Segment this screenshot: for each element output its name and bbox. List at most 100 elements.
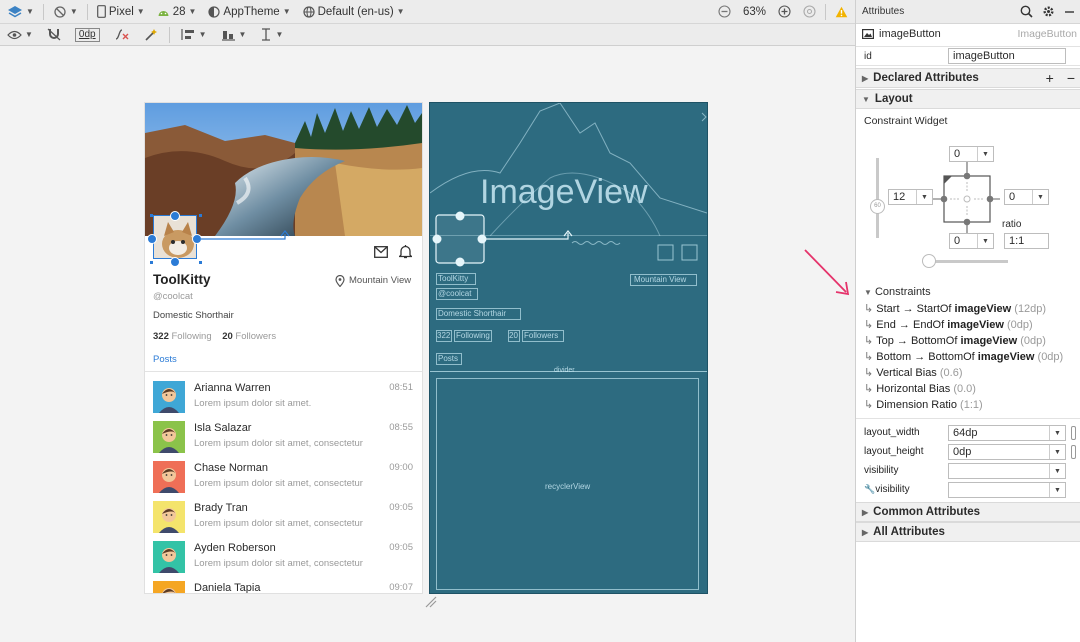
view-options-button[interactable]: ▼	[4, 26, 36, 44]
zoom-fit-button[interactable]	[800, 3, 819, 21]
zoom-in-button[interactable]	[775, 3, 794, 21]
constraint-item[interactable]: ↳ Vertical Bias (0.6)	[864, 366, 963, 379]
constraint-attr: End	[876, 319, 896, 331]
contact-time: 09:05	[389, 502, 413, 513]
constraint-side: BottomOf	[910, 335, 958, 347]
dropdown-arrow-icon: ▼	[977, 234, 993, 248]
gear-icon[interactable]	[1042, 5, 1055, 18]
left-margin-dropdown[interactable]: 12 ▼	[888, 189, 933, 205]
attribute-dropdown[interactable]: 0dp ▼	[948, 444, 1066, 460]
list-item[interactable]: Isla Salazar 08:55 Lorem ipsum dolor sit a…	[145, 417, 422, 457]
align-button[interactable]: ▼	[218, 26, 250, 44]
attribute-label-text: layout_height	[864, 446, 924, 457]
widget-type: ImageButton	[1017, 28, 1077, 40]
resize-handle-icon[interactable]	[424, 596, 438, 608]
constraint-side: BottomOf	[928, 351, 975, 363]
theme-selector[interactable]: AppTheme ▼	[205, 3, 293, 21]
list-item[interactable]: Daniela Tapia 09:07	[145, 577, 422, 593]
vertical-bias-slider[interactable]	[876, 158, 879, 238]
theme-icon	[208, 5, 221, 18]
widget-header: imageButton ImageButton	[856, 24, 1080, 44]
attribute-value: 0dp	[953, 446, 972, 458]
dimension-toggle[interactable]	[1071, 445, 1076, 459]
clear-constraints-button[interactable]	[111, 26, 133, 44]
warning-icon	[835, 6, 848, 17]
guidelines-button[interactable]: ▼	[257, 26, 286, 44]
autoconnect-button[interactable]	[44, 26, 64, 44]
zoom-out-button[interactable]	[715, 3, 734, 21]
default-margin-button[interactable]: 0dp	[72, 26, 103, 44]
selection-handles[interactable]	[145, 209, 305, 269]
infer-constraints-button[interactable]	[141, 26, 161, 44]
design-canvas[interactable]	[0, 46, 855, 642]
attribute-dropdown[interactable]: ▼	[948, 463, 1066, 479]
pack-button[interactable]: ▼	[178, 26, 210, 44]
blueprint-surface[interactable]: ImageView ToolKitty @coolcat Mountain Vi…	[430, 103, 707, 593]
common-attributes-header[interactable]: ▶ Common Attributes	[856, 502, 1080, 522]
design-surface[interactable]: ToolKitty Mountain View @coolcat Domesti…	[145, 103, 422, 593]
constraint-item[interactable]: ↳ Top → BottomOf imageView (0dp)	[864, 334, 1046, 347]
remove-attribute-icon[interactable]: −	[1067, 70, 1075, 86]
add-attribute-icon[interactable]: +	[1046, 70, 1054, 86]
ratio-input[interactable]: 1:1	[1004, 233, 1049, 249]
magnet-icon	[47, 28, 61, 41]
constraint-value: (0dp)	[1020, 335, 1046, 347]
mail-icon[interactable]	[374, 246, 388, 258]
bottom-margin-dropdown[interactable]: 0 ▼	[949, 233, 994, 249]
id-row: id imageButton	[856, 46, 1080, 66]
declared-attributes-header[interactable]: ▶ Declared Attributes + −	[856, 68, 1080, 88]
contact-snippet: Lorem ipsum dolor sit amet, consectetur	[194, 518, 363, 529]
top-margin-dropdown[interactable]: 0 ▼	[949, 146, 994, 162]
attribute-dropdown[interactable]: 64dp ▼	[948, 425, 1066, 441]
posts-divider	[145, 371, 422, 372]
layout-header[interactable]: ▼ Layout	[856, 89, 1080, 109]
api-level-label: 28	[172, 5, 186, 18]
orientation-button[interactable]: ▼	[50, 3, 81, 21]
magic-wand-icon	[145, 29, 157, 41]
phone-icon	[96, 5, 106, 18]
expanded-triangle-icon: ▼	[864, 288, 872, 297]
constraint-icon: ↳	[864, 383, 874, 395]
theme-label: AppTheme	[223, 5, 280, 18]
attribute-label-text: visibility	[864, 465, 899, 476]
horizontal-bias-thumb[interactable]	[922, 254, 936, 268]
search-icon[interactable]	[1020, 5, 1033, 18]
id-input[interactable]: imageButton	[948, 48, 1066, 64]
contact-list[interactable]: Arianna Warren 08:51 Lorem ipsum dolor sit…	[145, 373, 422, 593]
horizontal-bias-slider[interactable]	[928, 260, 1008, 263]
all-attributes-header[interactable]: ▶ All Attributes	[856, 522, 1080, 542]
vertical-bias-thumb[interactable]: 60	[870, 199, 885, 214]
blueprint-selection[interactable]	[430, 209, 707, 269]
dimension-toggle[interactable]	[1071, 426, 1076, 440]
list-item[interactable]: Arianna Warren 08:51 Lorem ipsum dolor sit…	[145, 377, 422, 417]
attribute-label: 🔧visibility	[864, 484, 910, 495]
blueprint-name-label: ToolKitty	[438, 274, 469, 283]
attribute-dropdown[interactable]: ▼	[948, 482, 1066, 498]
list-item[interactable]: Chase Norman 09:00 Lorem ipsum dolor sit a…	[145, 457, 422, 497]
api-level-selector[interactable]: 28 ▼	[154, 3, 200, 21]
default-margin-value: 0dp	[74, 27, 100, 42]
tab-posts[interactable]: Posts	[153, 354, 177, 365]
constraint-item[interactable]: ↳ End → EndOf imageView (0dp)	[864, 318, 1033, 331]
constraint-square[interactable]	[926, 154, 1016, 244]
attribute-label: visibility	[864, 465, 898, 476]
constraints-header[interactable]: ▼ Constraints	[864, 286, 931, 298]
all-attributes-label: All Attributes	[873, 526, 945, 538]
layers-button[interactable]: ▼	[4, 3, 37, 21]
warnings-button[interactable]	[832, 3, 851, 21]
panel-title: Attributes	[862, 6, 905, 17]
zoom-in-icon	[778, 5, 791, 18]
constraint-item[interactable]: ↳ Dimension Ratio (1:1)	[864, 398, 983, 411]
bell-icon[interactable]	[399, 244, 412, 259]
device-selector[interactable]: Pixel ▼	[94, 3, 148, 21]
constraint-item[interactable]: ↳ Bottom → BottomOf imageView (0dp)	[864, 350, 1063, 363]
locale-selector[interactable]: Default (en-us) ▼	[300, 3, 408, 21]
list-item[interactable]: Brady Tran 09:05 Lorem ipsum dolor sit ame…	[145, 497, 422, 537]
constraint-item[interactable]: ↳ Horizontal Bias (0.0)	[864, 382, 976, 395]
attribute-label-text: layout_width	[864, 427, 920, 438]
minimize-icon[interactable]	[1064, 6, 1075, 17]
list-item[interactable]: Ayden Roberson 09:05 Lorem ipsum dolor sit…	[145, 537, 422, 577]
contact-snippet: Lorem ipsum dolor sit amet.	[194, 398, 312, 409]
constraint-item[interactable]: ↳ Start → StartOf imageView (12dp)	[864, 302, 1046, 315]
right-margin-dropdown[interactable]: 0 ▼	[1004, 189, 1049, 205]
